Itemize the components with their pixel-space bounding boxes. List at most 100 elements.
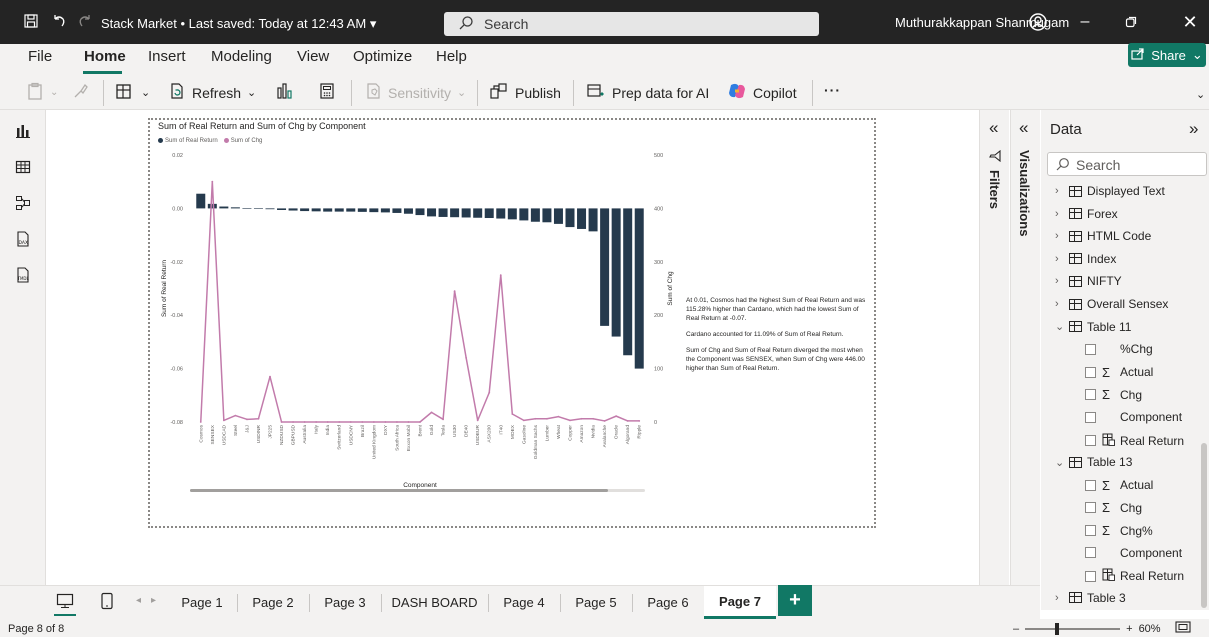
field-checkbox[interactable]	[1085, 366, 1096, 378]
line-point[interactable]	[338, 421, 341, 423]
publish-button[interactable]: Publish	[489, 82, 561, 103]
redo-icon[interactable]	[76, 12, 94, 30]
bar-us30[interactable]	[450, 208, 460, 218]
tab-page-4[interactable]: Page 4	[489, 586, 559, 619]
bar-sensex[interactable]	[207, 203, 217, 209]
bar-india[interactable]	[323, 208, 333, 212]
minimize-icon[interactable]: –	[1075, 12, 1095, 32]
expand-visualizations-icon[interactable]: «	[1019, 118, 1028, 138]
line-point[interactable]	[465, 357, 468, 359]
line-point[interactable]	[626, 420, 629, 422]
table-view-icon[interactable]	[12, 156, 34, 178]
line-point[interactable]	[211, 180, 214, 183]
line-point[interactable]	[603, 420, 606, 422]
line-point[interactable]	[569, 419, 571, 422]
legend-item-chg[interactable]: Sum of Chg	[223, 138, 262, 144]
chevron-down-icon[interactable]: ⌄	[1055, 456, 1067, 469]
field-checkbox[interactable]	[1085, 411, 1096, 423]
bar-gbpusd[interactable]	[288, 208, 298, 211]
report-view-icon[interactable]	[12, 120, 34, 142]
share-button[interactable]: Share ⌄	[1128, 43, 1206, 67]
document-title[interactable]: Stack Market • Last saved: Today at 12:4…	[101, 16, 376, 32]
line-point[interactable]	[511, 413, 514, 415]
add-page-button[interactable]: +	[778, 585, 812, 616]
chevron-down-icon[interactable]: ⌄	[1055, 320, 1067, 333]
data-field-component[interactable]: Component	[1085, 546, 1182, 560]
data-table-displayed-text[interactable]: › Displayed Text	[1055, 184, 1165, 198]
bar-lumber[interactable]	[542, 208, 552, 223]
line-point[interactable]	[361, 421, 364, 423]
line-point[interactable]	[442, 418, 444, 421]
new-visual-button[interactable]	[275, 82, 293, 103]
bar-nzdusd[interactable]	[277, 208, 287, 211]
line-point[interactable]	[546, 417, 548, 420]
prep-data-button[interactable]: Prep data for AI	[586, 82, 709, 103]
mobile-layout-icon[interactable]	[100, 592, 114, 613]
line-point[interactable]	[522, 419, 525, 422]
bar-cosmos[interactable]	[196, 193, 206, 209]
data-search-input[interactable]: Search	[1047, 152, 1207, 176]
bar-algorand[interactable]	[623, 208, 633, 356]
chevron-right-icon[interactable]: ›	[1055, 230, 1067, 242]
menu-optimize[interactable]: Optimize	[353, 48, 412, 65]
chevron-right-icon[interactable]: ›	[1055, 208, 1067, 220]
bar-italy[interactable]	[311, 208, 321, 212]
chevron-right-icon[interactable]: ›	[1055, 275, 1067, 287]
bar-gold[interactable]	[427, 208, 437, 217]
data-table-overall-sensex[interactable]: › Overall Sensex	[1055, 297, 1168, 311]
zoom-slider-thumb[interactable]	[1055, 622, 1060, 635]
line-point[interactable]	[234, 414, 237, 417]
format-painter-button[interactable]	[72, 82, 90, 103]
data-table-table-3[interactable]: › Table 3	[1055, 591, 1126, 605]
chart-scrollbar-thumb[interactable]	[190, 489, 608, 492]
field-checkbox[interactable]	[1085, 479, 1096, 491]
paste-button[interactable]: ⌄	[26, 82, 58, 103]
collapse-data-pane-icon[interactable]: »	[1189, 119, 1198, 139]
previous-page-icon[interactable]: ◂	[136, 595, 141, 606]
data-field-actual[interactable]: Σ Actual	[1085, 365, 1153, 380]
zoom-out-button[interactable]: –	[1013, 623, 1019, 635]
data-pane-scrollbar[interactable]	[1201, 443, 1207, 608]
undo-icon[interactable]	[50, 12, 68, 30]
chevron-right-icon[interactable]: ›	[1055, 185, 1067, 197]
line-point[interactable]	[638, 420, 641, 422]
sensitivity-button[interactable]: Sensitivity ⌄	[364, 82, 466, 103]
tab-page-7[interactable]: Page 7	[704, 586, 776, 619]
data-field--chg[interactable]: %Chg	[1085, 342, 1153, 356]
bar-dxy[interactable]	[380, 208, 390, 213]
menu-help[interactable]: Help	[436, 48, 467, 65]
line-point[interactable]	[246, 418, 248, 421]
bar-usdeur[interactable]	[473, 208, 483, 218]
line-point[interactable]	[615, 415, 618, 418]
zoom-in-button[interactable]: +	[1126, 623, 1132, 635]
bar-copper[interactable]	[565, 208, 575, 228]
bar-amazon[interactable]	[577, 208, 587, 229]
data-table-nifty[interactable]: › NIFTY	[1055, 274, 1122, 288]
close-icon[interactable]: ✕	[1180, 12, 1200, 32]
tab-page-6[interactable]: Page 6	[633, 586, 703, 619]
new-measure-button[interactable]	[318, 82, 336, 103]
data-table-table-13[interactable]: ⌄ Table 13	[1055, 455, 1132, 469]
line-point[interactable]	[384, 421, 387, 423]
bar-jp225[interactable]	[265, 208, 275, 210]
bar-asx200[interactable]	[484, 208, 494, 219]
line-point[interactable]	[349, 421, 352, 423]
menu-view[interactable]: View	[297, 48, 329, 65]
line-point[interactable]	[269, 375, 271, 378]
bar-avalanche[interactable]	[600, 208, 610, 326]
data-field-chg[interactable]: Σ Chg	[1085, 387, 1142, 402]
bar-wheat[interactable]	[553, 208, 563, 224]
bar-gasoline[interactable]	[519, 208, 529, 221]
bar-moex[interactable]	[507, 208, 517, 220]
line-point[interactable]	[396, 421, 398, 423]
line-point[interactable]	[199, 421, 202, 423]
bar-goldman-sachs[interactable]	[530, 208, 540, 222]
bar-nvidia[interactable]	[588, 208, 598, 232]
tab-page-2[interactable]: Page 2	[238, 586, 308, 619]
bar-australia[interactable]	[300, 208, 310, 212]
tmdl-view-icon[interactable]: TMDL	[12, 264, 34, 286]
line-point[interactable]	[315, 421, 318, 423]
line-point[interactable]	[407, 421, 410, 423]
save-icon[interactable]	[22, 12, 40, 30]
search-box[interactable]: Search	[444, 12, 819, 36]
